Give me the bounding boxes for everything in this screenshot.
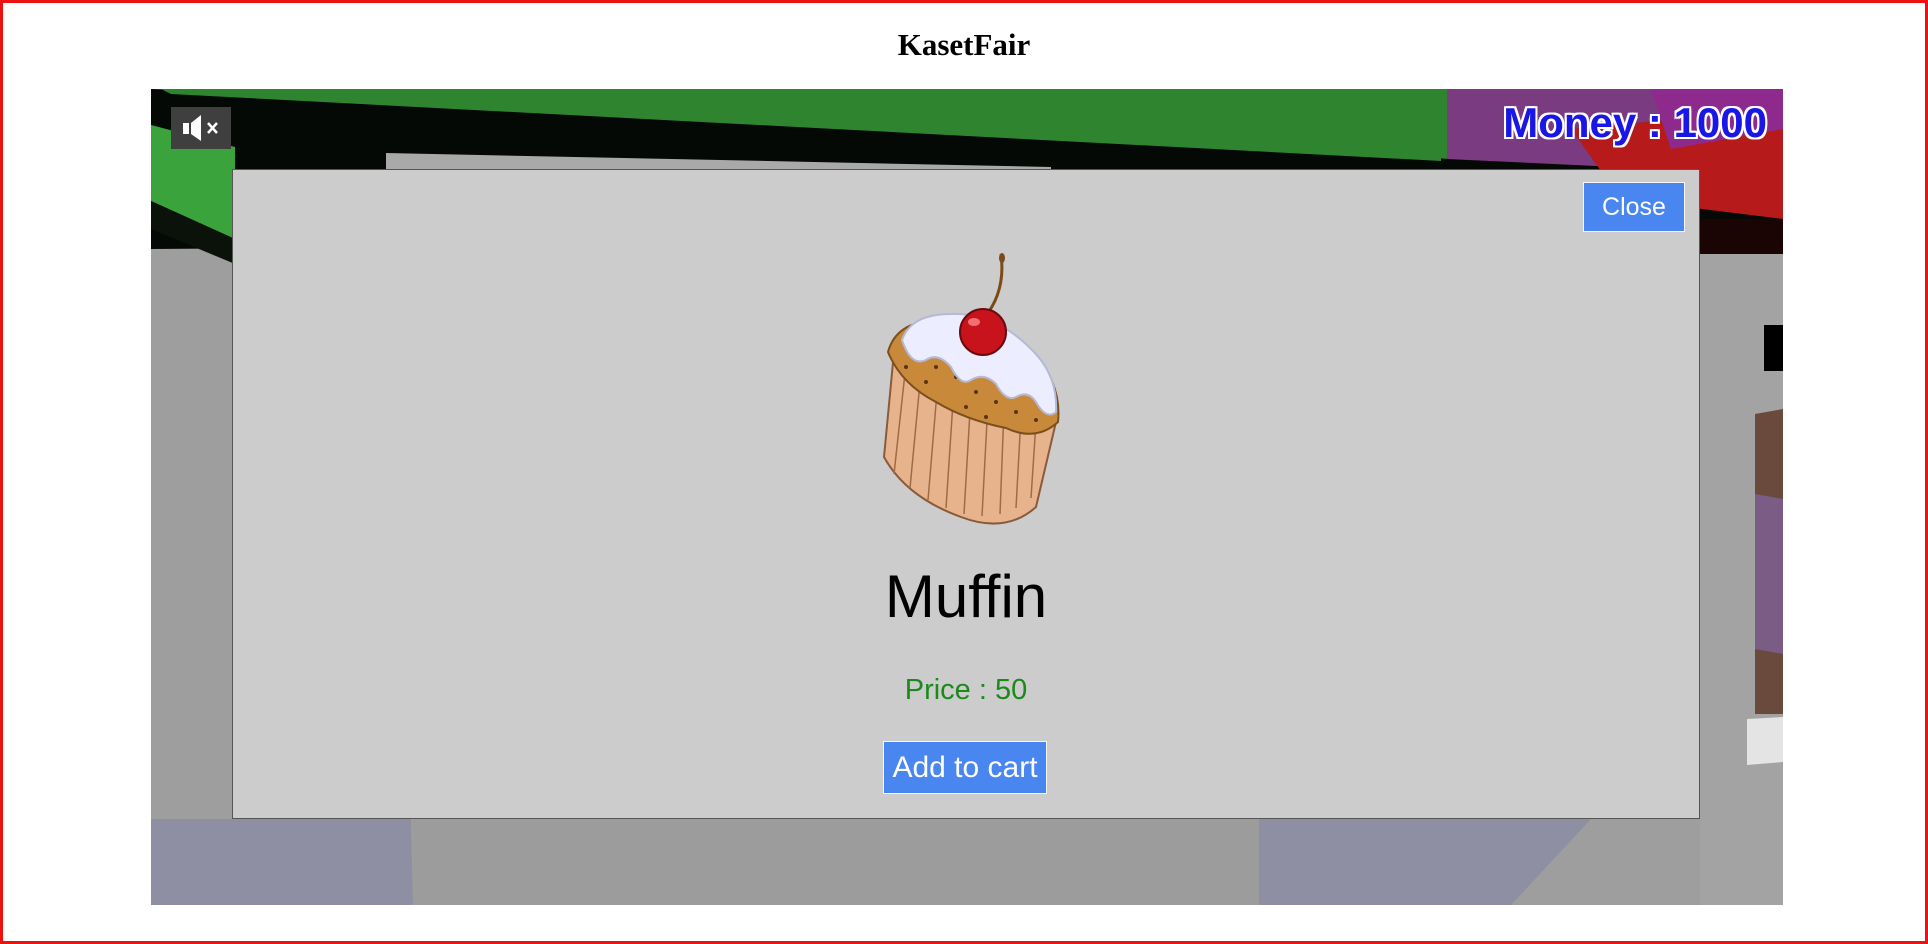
money-value: 1000 <box>1673 99 1767 146</box>
money-label: Money <box>1503 99 1637 146</box>
speaker-muted-icon <box>183 115 218 141</box>
price-value: 50 <box>994 674 1028 706</box>
add-to-cart-button[interactable]: Add to cart <box>883 741 1047 794</box>
page-title: KasetFair <box>897 27 1031 62</box>
close-button[interactable]: Close <box>1583 182 1685 232</box>
item-modal: Close Muffin Price: 50 Add to cart <box>232 169 1700 819</box>
muffin-icon <box>882 253 1060 525</box>
mute-button[interactable] <box>171 107 231 149</box>
money-display: Money : 1000 <box>1503 99 1767 147</box>
game-viewport[interactable]: Money : 1000 Close Muffin Price: 50 Add… <box>151 89 1783 905</box>
money-separator: : <box>1636 99 1674 146</box>
price-label: Price : <box>904 674 995 706</box>
item-price: Price : 50 <box>233 674 1699 707</box>
item-name: Muffin <box>884 563 1048 630</box>
